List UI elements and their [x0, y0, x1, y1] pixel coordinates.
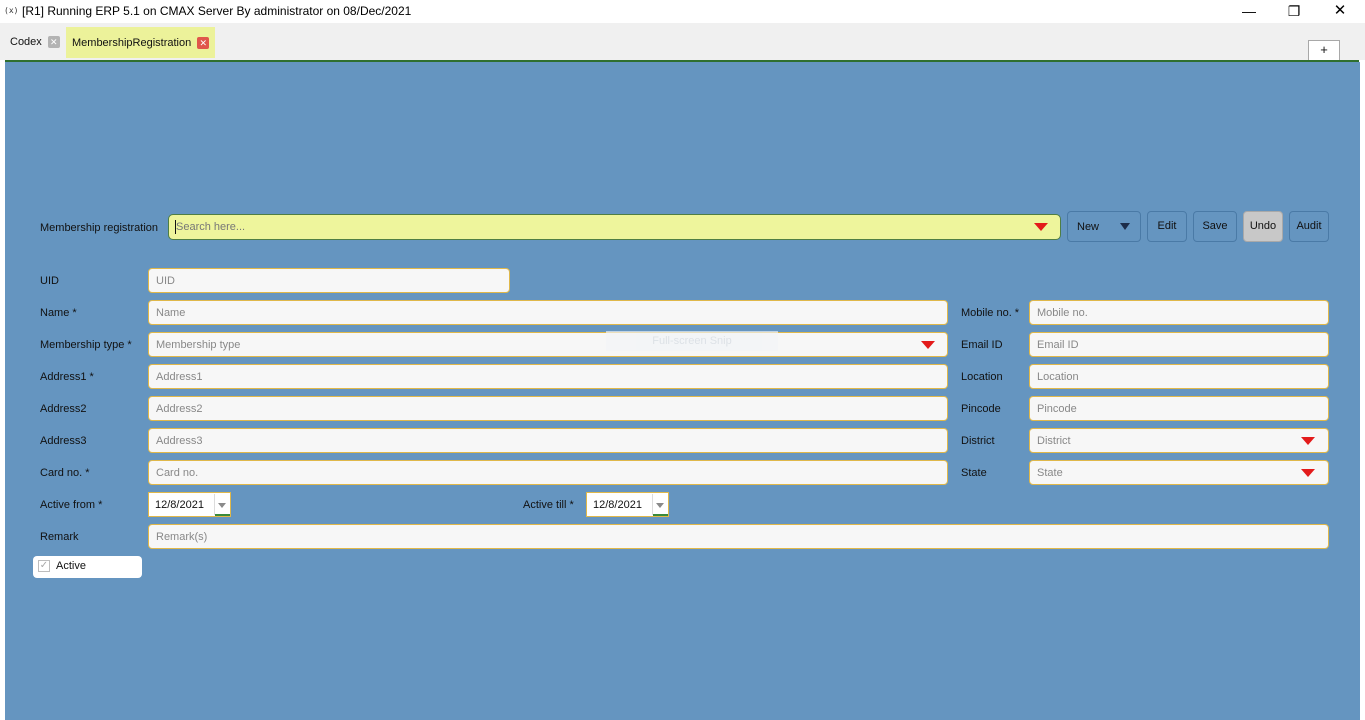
remark-input[interactable]: Remark(s)	[148, 524, 1329, 549]
dropdown-arrow-icon[interactable]	[1301, 437, 1315, 445]
address2-input[interactable]: Address2	[148, 396, 948, 421]
address3-input[interactable]: Address3	[148, 428, 948, 453]
add-tab-button[interactable]: +	[1308, 40, 1340, 61]
email-placeholder: Email ID	[1037, 339, 1079, 351]
tab-label: Codex	[10, 36, 42, 48]
date-picker-indicator	[215, 514, 230, 516]
search-label: Membership registration	[40, 222, 158, 234]
new-button[interactable]: New	[1067, 211, 1141, 242]
uid-placeholder: UID	[156, 275, 175, 287]
name-placeholder: Name	[156, 307, 186, 319]
membership-type-select[interactable]: Membership type	[148, 332, 948, 357]
address1-placeholder: Address1	[156, 371, 203, 383]
active-from-label: Active from *	[40, 499, 103, 511]
location-placeholder: Location	[1037, 371, 1079, 383]
address1-label: Address1 *	[40, 371, 94, 383]
date-picker-indicator	[653, 514, 668, 516]
mobile-input[interactable]: Mobile no.	[1029, 300, 1329, 325]
calendar-dropdown-icon[interactable]	[656, 503, 664, 508]
search-dropdown-icon[interactable]	[1034, 223, 1048, 231]
app-icon: (x)	[4, 6, 19, 15]
date-picker-separator	[652, 494, 653, 515]
pincode-placeholder: Pincode	[1037, 403, 1077, 415]
location-label: Location	[961, 371, 1003, 383]
active-till-label: Active till *	[523, 499, 574, 511]
location-input[interactable]: Location	[1029, 364, 1329, 389]
calendar-dropdown-icon[interactable]	[218, 503, 226, 508]
title-bar: (x) [R1] Running ERP 5.1 on CMAX Server …	[0, 0, 1365, 23]
search-input[interactable]: Search here...	[168, 214, 1061, 240]
search-placeholder: Search here...	[176, 221, 246, 233]
name-label: Name *	[40, 307, 77, 319]
active-label: Active	[56, 560, 86, 572]
active-checkbox[interactable]: ✓ Active	[33, 556, 142, 578]
card-no-input[interactable]: Card no.	[148, 460, 948, 485]
checkmark-icon[interactable]: ✓	[38, 560, 50, 572]
mobile-label: Mobile no. *	[961, 307, 1020, 319]
address2-label: Address2	[40, 403, 87, 415]
email-input[interactable]: Email ID	[1029, 332, 1329, 357]
card-no-placeholder: Card no.	[156, 467, 199, 479]
active-till-date-picker[interactable]: 12/8/2021	[586, 492, 669, 517]
maximize-button[interactable]: ❐	[1271, 0, 1317, 23]
new-button-label: New	[1077, 221, 1100, 233]
dropdown-arrow-icon[interactable]	[1301, 469, 1315, 477]
close-tab-icon[interactable]: ✕	[197, 36, 210, 49]
mobile-placeholder: Mobile no.	[1037, 307, 1088, 319]
pincode-label: Pincode	[961, 403, 1001, 415]
tab-label: MembershipRegistration	[72, 36, 192, 49]
active-till-value: 12/8/2021	[593, 499, 642, 511]
edit-button[interactable]: Edit	[1147, 211, 1187, 242]
close-window-button[interactable]: ✕	[1317, 0, 1363, 23]
active-from-value: 12/8/2021	[155, 499, 204, 511]
email-label: Email ID	[961, 339, 1003, 351]
state-placeholder: State	[1037, 467, 1063, 479]
address3-label: Address3	[40, 435, 87, 447]
district-label: District	[961, 435, 995, 447]
name-input[interactable]: Name	[148, 300, 948, 325]
save-button[interactable]: Save	[1193, 211, 1237, 242]
tab-bar: Codex ✕ MembershipRegistration ✕ +	[0, 23, 1365, 61]
undo-button[interactable]: Undo	[1243, 211, 1283, 242]
address1-input[interactable]: Address1	[148, 364, 948, 389]
active-from-date-picker[interactable]: 12/8/2021	[148, 492, 231, 517]
uid-label: UID	[40, 275, 59, 287]
address3-placeholder: Address3	[156, 435, 203, 447]
form-panel	[5, 62, 1360, 720]
card-no-label: Card no. *	[40, 467, 90, 479]
state-label: State	[961, 467, 987, 479]
address2-placeholder: Address2	[156, 403, 203, 415]
district-select[interactable]: District	[1029, 428, 1329, 453]
window-title: [R1] Running ERP 5.1 on CMAX Server By a…	[22, 4, 412, 18]
date-picker-separator	[214, 494, 215, 515]
pincode-input[interactable]: Pincode	[1029, 396, 1329, 421]
chevron-down-icon[interactable]	[1120, 223, 1130, 230]
membership-type-placeholder: Membership type	[156, 339, 241, 351]
tab-membership-registration[interactable]: MembershipRegistration ✕	[66, 27, 216, 58]
state-select[interactable]: State	[1029, 460, 1329, 485]
uid-input[interactable]: UID	[148, 268, 510, 293]
snip-overlay: Full-screen Snip	[606, 331, 778, 351]
audit-button[interactable]: Audit	[1289, 211, 1329, 242]
membership-type-label: Membership type *	[40, 339, 132, 351]
tab-codex[interactable]: Codex ✕	[4, 29, 66, 55]
remark-label: Remark	[40, 531, 79, 543]
minimize-button[interactable]: —	[1226, 0, 1272, 23]
remark-placeholder: Remark(s)	[156, 531, 208, 543]
close-tab-icon[interactable]: ✕	[47, 36, 60, 48]
district-placeholder: District	[1037, 435, 1071, 447]
dropdown-arrow-icon[interactable]	[921, 341, 935, 349]
